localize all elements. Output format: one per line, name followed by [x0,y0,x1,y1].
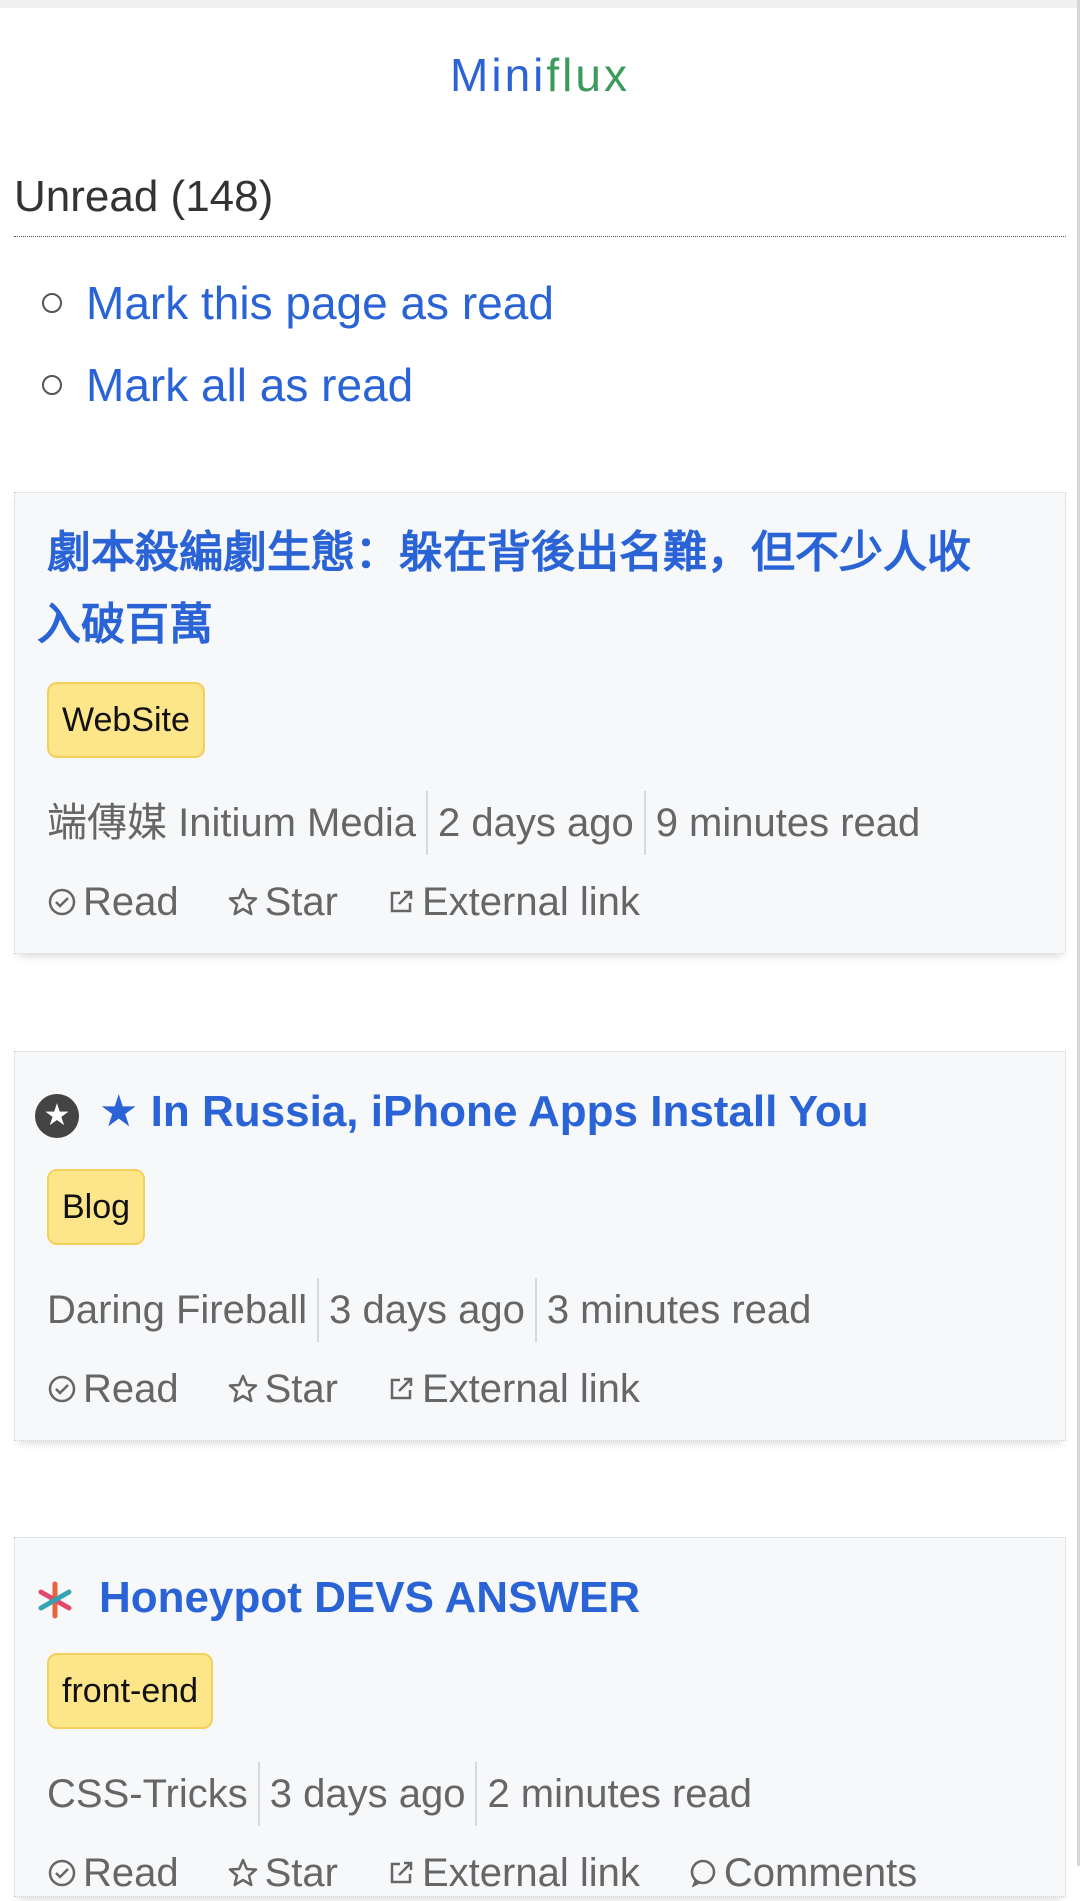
entry-tag[interactable]: front-end [47,1653,214,1729]
entry-date: 3 days ago [317,1278,535,1342]
read-button[interactable]: Read [47,880,179,925]
entry-title-line-2: 入破百萬 [37,600,213,649]
star-label: Star [264,1366,338,1411]
entry-date: 3 days ago [257,1762,476,1826]
external-link-icon [390,1861,413,1884]
page-actions: Mark this page as read Mark all as read [42,262,554,426]
entry-item: 劇本殺編劇生態：躲在背後出名難，但不少人收 入破百萬 WebSite 端傳媒 I… [14,492,1066,954]
app-logo[interactable]: Miniflux [0,48,1080,102]
external-link-icon [390,1377,413,1400]
logo-part-1: Mini [450,49,547,101]
entry-actions: Read Star External link Comments [47,1845,965,1901]
comments-button[interactable]: Comments [688,1851,917,1896]
mark-page-read-link[interactable]: Mark this page as read [86,276,554,330]
csstricks-asterisk-icon [38,1581,72,1619]
entry-meta: 端傳媒 Initium Media 2 days ago 9 minutes r… [47,791,930,855]
entry-tag[interactable]: Blog [47,1169,146,1245]
entry-date: 2 days ago [425,791,644,855]
mark-all-read-item[interactable]: Mark all as read [42,344,554,426]
external-link-label: External link [421,1366,640,1411]
bullet-icon [42,375,62,395]
read-label: Read [83,1366,179,1411]
external-link-icon [390,890,413,913]
logo-part-2: flux [546,49,630,101]
comment-icon [690,1859,716,1888]
external-link-button[interactable]: External link [386,1367,640,1412]
read-label: Read [83,1850,179,1895]
entry-title-link[interactable]: ★ In Russia, iPhone Apps Install You [99,1076,869,1148]
entry-title-link[interactable]: Honeypot DEVS ANSWER [99,1562,640,1634]
top-bar [0,0,1080,8]
read-button[interactable]: Read [47,1851,179,1896]
check-circle-icon [48,888,76,916]
star-outline-icon [228,1374,257,1403]
reading-time: 2 minutes read [475,1762,762,1826]
external-link-button[interactable]: External link [386,1851,640,1896]
feed-title-link[interactable]: Daring Fireball [47,1278,317,1342]
page-title: Unread (148) [14,172,1066,237]
entry-actions: Read Star External link [47,874,688,930]
check-circle-icon [48,1375,76,1403]
entry-meta: Daring Fireball 3 days ago 3 minutes rea… [47,1278,821,1342]
star-button[interactable]: Star [227,1367,338,1412]
feed-title-link[interactable]: 端傳媒 Initium Media [47,791,426,855]
comments-label: Comments [723,1850,918,1895]
entry-actions: Read Star External link [47,1361,688,1417]
entry-meta: CSS-Tricks 3 days ago 2 minutes read [47,1762,762,1826]
check-circle-icon [48,1859,76,1887]
read-label: Read [83,879,179,924]
entry-title-link[interactable]: 劇本殺編劇生態：躲在背後出名難，但不少人收 入破百萬 [37,517,1047,661]
star-button[interactable]: Star [227,1851,338,1896]
read-button[interactable]: Read [47,1367,179,1412]
reading-time: 9 minutes read [643,791,931,855]
star-outline-icon [228,887,257,916]
mark-page-read-item[interactable]: Mark this page as read [42,262,554,344]
external-link-label: External link [421,1850,640,1895]
star-label: Star [264,879,338,924]
entry-tag[interactable]: WebSite [47,682,205,758]
external-link-label: External link [421,879,640,924]
star-badge-icon: ★ [35,1094,79,1138]
mark-all-read-link[interactable]: Mark all as read [86,358,413,412]
reading-time: 3 minutes read [534,1278,822,1342]
entry-title-line-1: 劇本殺編劇生態：躲在背後出名難，但不少人收 [47,528,971,577]
star-button[interactable]: Star [227,880,338,925]
external-link-button[interactable]: External link [386,880,640,925]
bullet-icon [42,293,62,313]
star-outline-icon [228,1858,257,1887]
entry-item: ★ ★ In Russia, iPhone Apps Install You B… [14,1051,1066,1441]
entry-item: Honeypot DEVS ANSWER front-end CSS-Trick… [14,1537,1066,1897]
star-label: Star [264,1850,338,1895]
feed-title-link[interactable]: CSS-Tricks [47,1762,258,1826]
